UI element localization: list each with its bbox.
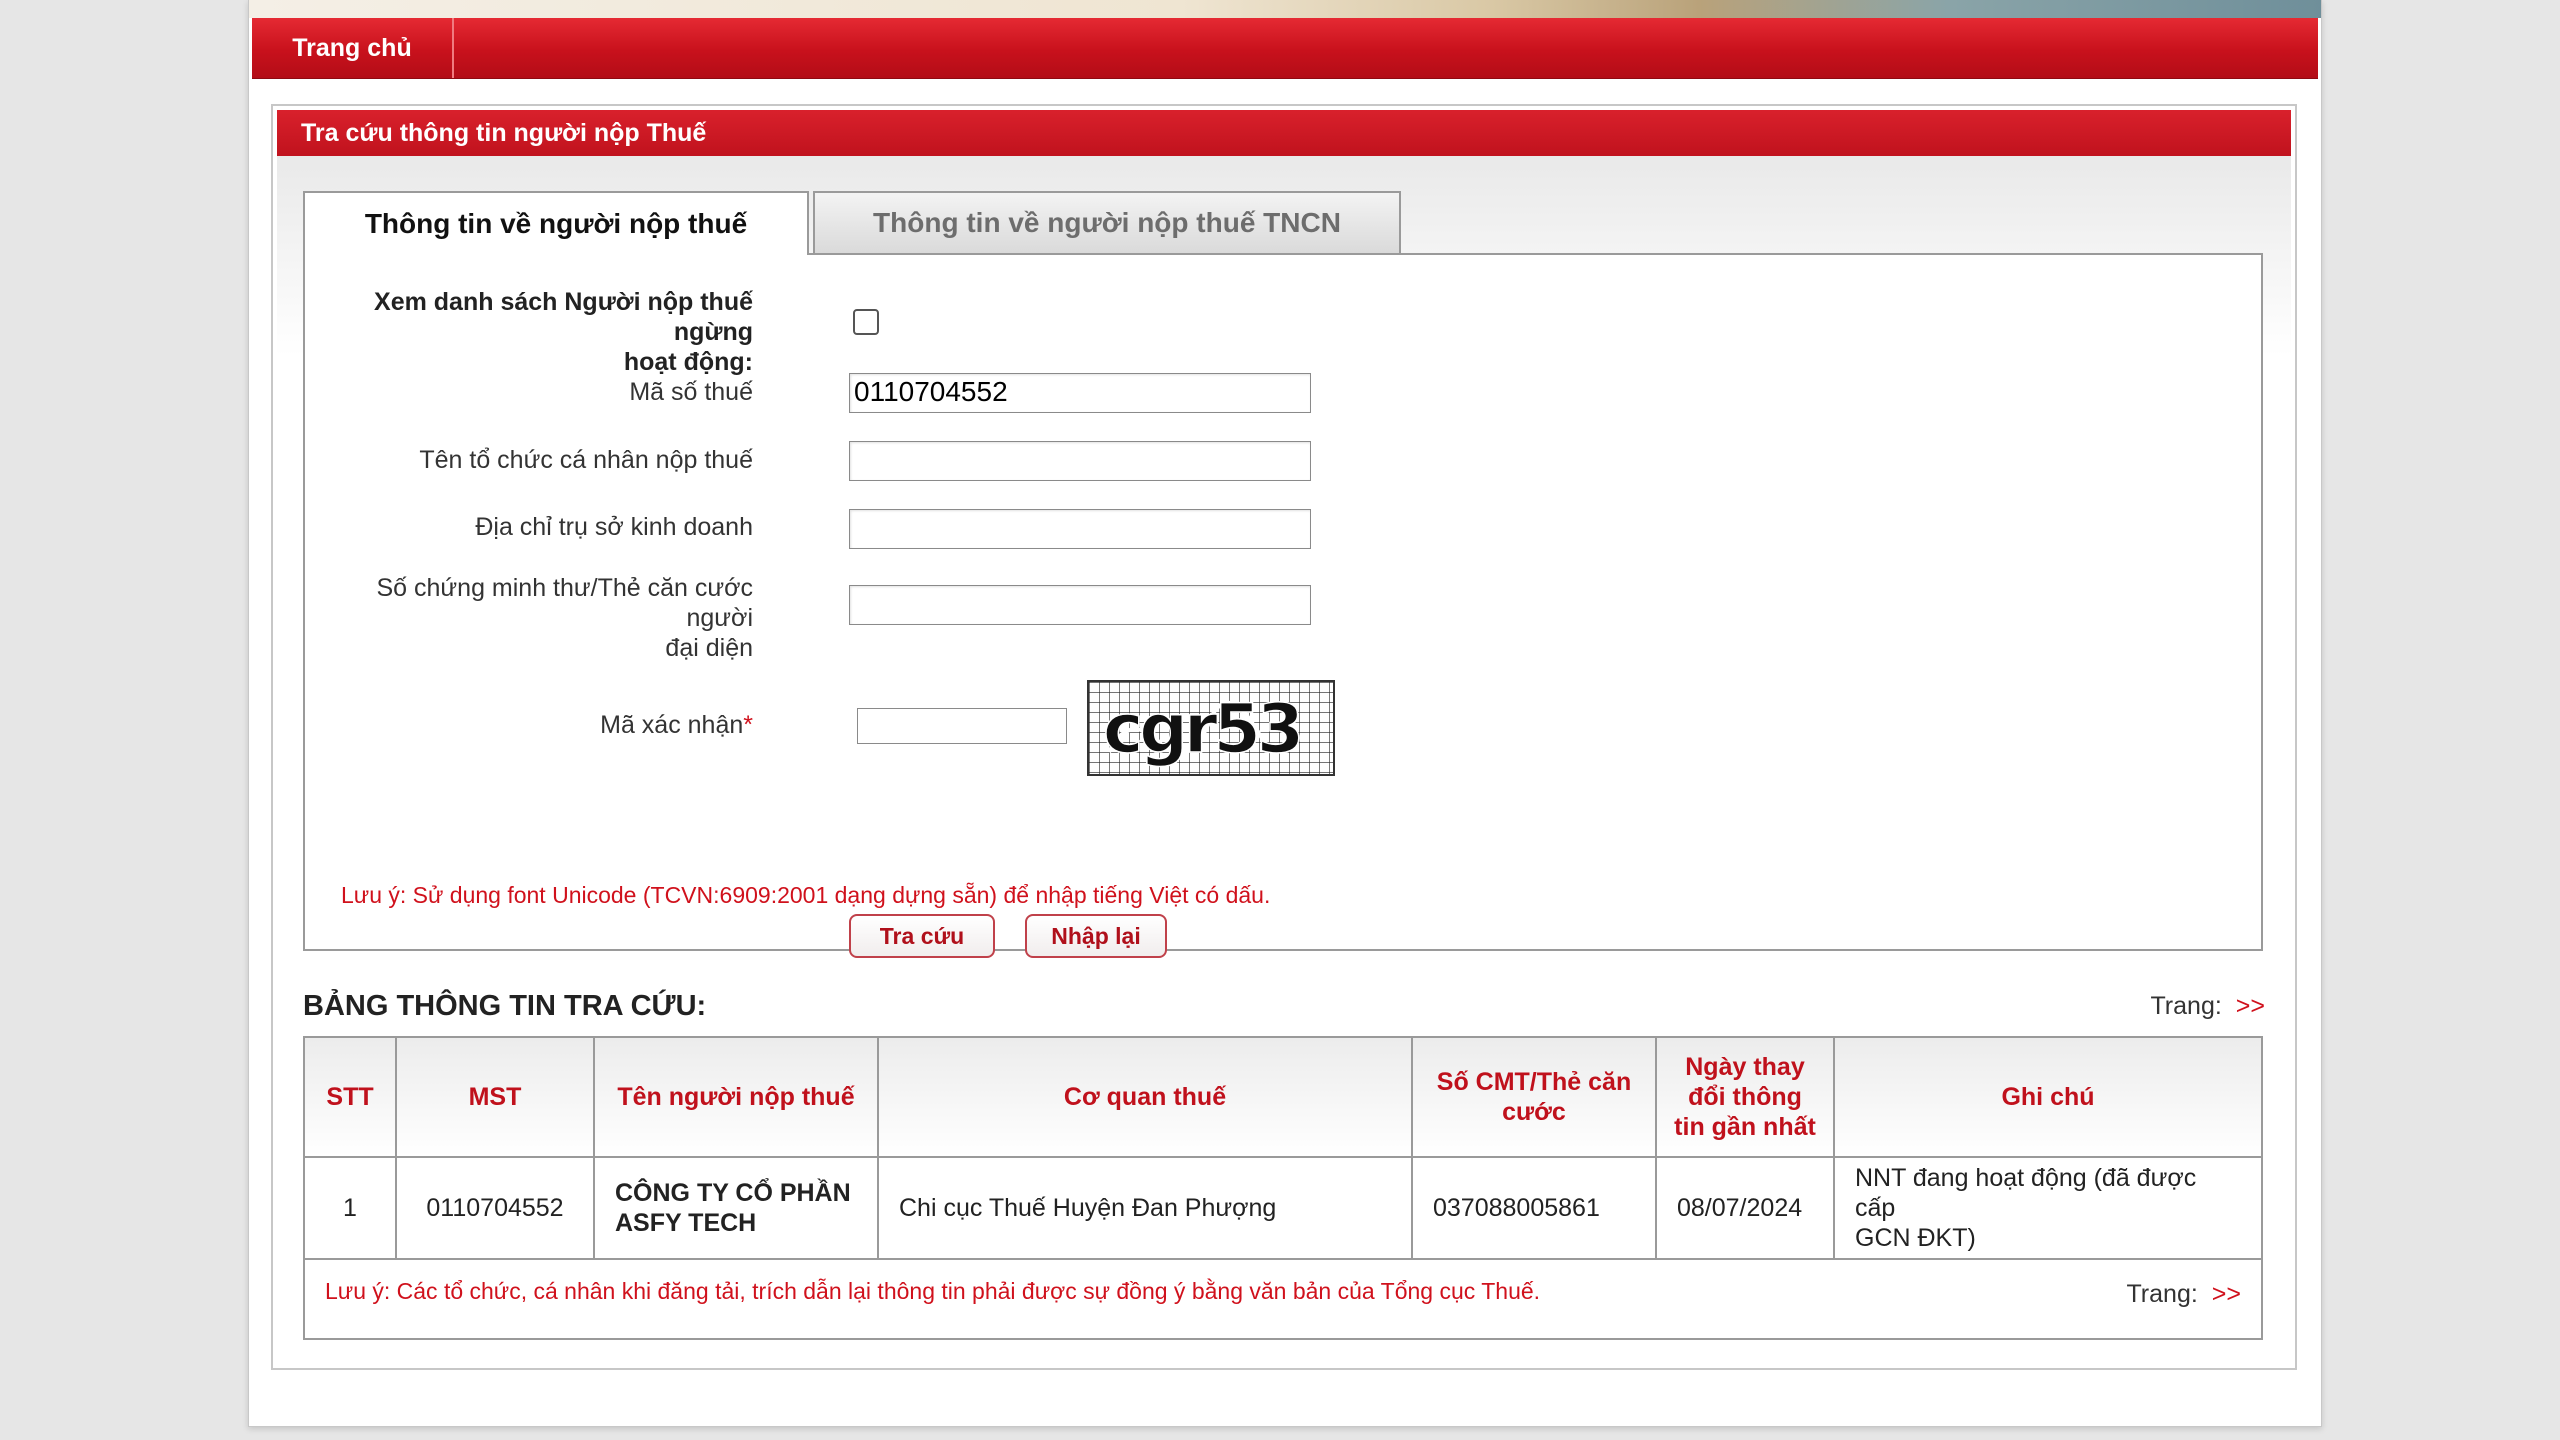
cell-mst: 0110704552 [395, 1156, 595, 1260]
results-pager-top: Trang: >> [2150, 992, 2265, 1021]
cell-note-line-2: GCN ĐKT) [1855, 1224, 1976, 1252]
cell-id-number: 037088005861 [1411, 1156, 1657, 1260]
tab-taxpayer-info[interactable]: Thông tin về người nộp thuế [303, 191, 809, 255]
page-container: Trang chủ Tra cứu thông tin người nộp Th… [248, 0, 2322, 1427]
captcha-label: Mã xác nhận* [600, 710, 753, 740]
col-last-update-line-1: Ngày thay [1685, 1053, 1805, 1081]
pager-next-link-bottom[interactable]: >> [2212, 1280, 2241, 1308]
col-last-update: Ngày thay đổi thông tin gần nhất [1655, 1036, 1835, 1158]
captcha-input[interactable] [857, 708, 1067, 744]
col-stt: STT [303, 1036, 397, 1158]
nav-home-link[interactable]: Trang chủ [252, 18, 454, 78]
cell-stt: 1 [303, 1156, 397, 1260]
cell-note-line-1: NNT đang hoạt động (đã được cấp [1855, 1164, 2197, 1222]
top-navigation-bar: Trang chủ [252, 18, 2318, 79]
search-button[interactable]: Tra cứu [849, 914, 995, 958]
results-footer: Lưu ý: Các tổ chức, cá nhân khi đăng tải… [303, 1256, 2263, 1340]
cell-note: NNT đang hoạt động (đã được cấp GCN ĐKT) [1833, 1156, 2263, 1260]
inactive-list-checkbox[interactable] [853, 309, 879, 335]
search-form: Xem danh sách Người nộp thuế ngừng hoạt … [303, 253, 2263, 958]
reset-button[interactable]: Nhập lại [1025, 914, 1167, 958]
business-address-label: Địa chỉ trụ sở kinh doanh [475, 513, 753, 541]
col-taxpayer-name: Tên người nộp thuế [593, 1036, 879, 1158]
pager-next-link[interactable]: >> [2236, 992, 2265, 1020]
cell-taxpayer-name: CÔNG TY CỔ PHẦN ASFY TECH [593, 1156, 879, 1260]
inactive-list-label: Xem danh sách Người nộp thuế ngừng hoạt … [305, 287, 753, 377]
required-mark: * [743, 711, 753, 739]
business-address-input[interactable] [849, 509, 1311, 549]
col-id-number: Số CMT/Thẻ căn cước [1411, 1036, 1657, 1158]
representative-id-label-line-1: Số chứng minh thư/Thẻ căn cước người [376, 574, 754, 632]
inactive-list-label-line-2: hoạt động: [623, 348, 753, 376]
lookup-panel: Tra cứu thông tin người nộp Thuế Thông t… [271, 104, 2297, 1370]
tax-code-input[interactable]: 0110704552 [849, 373, 1311, 413]
col-note: Ghi chú [1833, 1036, 2263, 1158]
col-last-update-line-3: tin gần nhất [1674, 1113, 1816, 1141]
col-id-number-line-1: Số CMT/Thẻ căn [1436, 1068, 1632, 1096]
tab-personal-income-taxpayer-info[interactable]: Thông tin về người nộp thuế TNCN [813, 191, 1401, 253]
cell-taxpayer-name-line-1: CÔNG TY CỔ PHẦN [615, 1179, 851, 1207]
results-table-title: BẢNG THÔNG TIN TRA CỨU: [303, 990, 707, 1022]
representative-id-input[interactable] [849, 585, 1311, 625]
pager-label-bottom: Trang: [2126, 1280, 2198, 1308]
captcha-label-text: Mã xác nhận [600, 711, 744, 739]
panel-title: Tra cứu thông tin người nộp Thuế [277, 110, 2291, 156]
captcha-noise-grid: cgr53 [1089, 682, 1333, 774]
taxpayer-name-label: Tên tổ chức cá nhân nộp thuế [419, 446, 753, 474]
captcha-text: cgr53 [1103, 690, 1300, 769]
results-header-row: STT MST Tên người nộp thuế Cơ quan thuế … [303, 1036, 2263, 1158]
col-id-number-line-2: cước [1502, 1098, 1566, 1126]
representative-id-label-line-2: đại diện [665, 634, 753, 662]
table-row: 1 0110704552 CÔNG TY CỔ PHẦN ASFY TECH C… [303, 1156, 2263, 1260]
results-table: STT MST Tên người nộp thuế Cơ quan thuế … [303, 1036, 2263, 1260]
unicode-font-note: Lưu ý: Sử dụng font Unicode (TCVN:6909:2… [341, 882, 1271, 908]
inactive-list-label-line-1: Xem danh sách Người nộp thuế ngừng [374, 288, 753, 346]
captcha-image: cgr53 [1087, 680, 1335, 776]
pager-label: Trang: [2150, 992, 2222, 1020]
col-mst: MST [395, 1036, 595, 1158]
cell-last-update: 08/07/2024 [1655, 1156, 1835, 1260]
taxpayer-name-input[interactable] [849, 441, 1311, 481]
results-pager-bottom: Trang: >> [2126, 1280, 2241, 1309]
representative-id-label: Số chứng minh thư/Thẻ căn cước người đại… [305, 573, 754, 663]
cell-taxpayer-name-line-2: ASFY TECH [615, 1209, 757, 1237]
copyright-note: Lưu ý: Các tổ chức, cá nhân khi đăng tải… [325, 1278, 1541, 1304]
header-banner-image [249, 0, 2321, 18]
tax-code-label: Mã số thuế [629, 378, 753, 406]
col-tax-office: Cơ quan thuế [877, 1036, 1413, 1158]
cell-tax-office: Chi cục Thuế Huyện Đan Phượng [877, 1156, 1413, 1260]
col-last-update-line-2: đổi thông [1688, 1083, 1802, 1111]
